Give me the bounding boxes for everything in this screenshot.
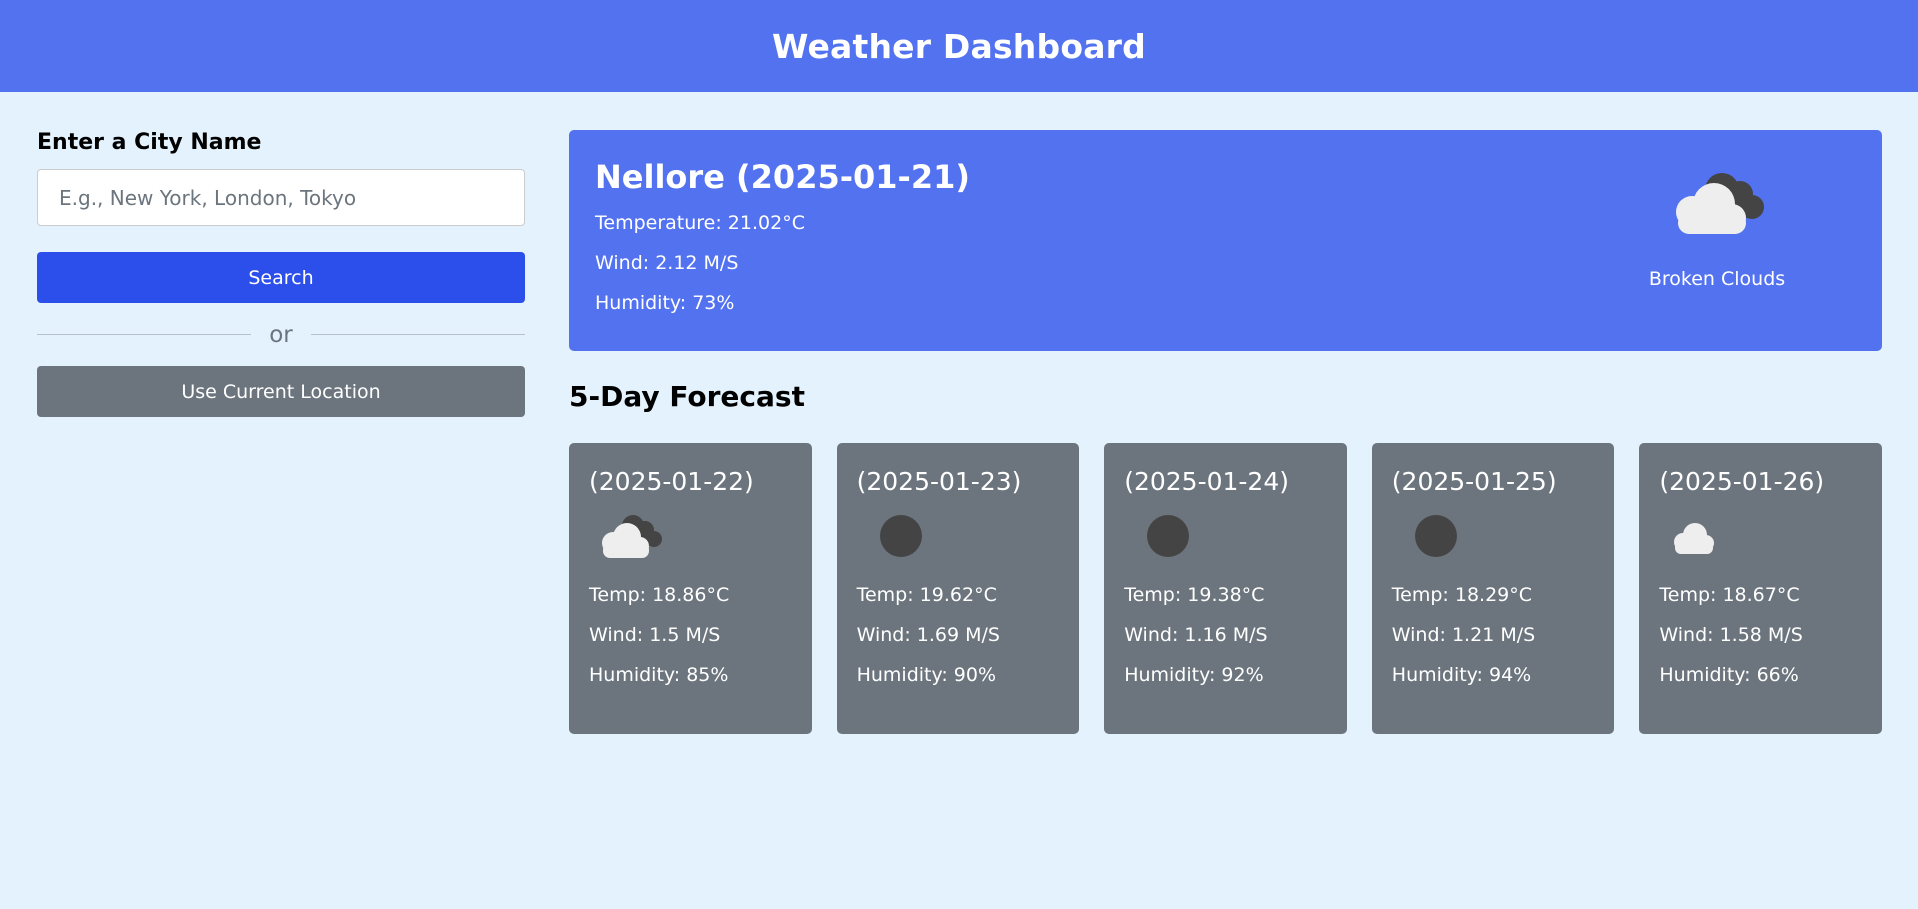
city-input-label: Enter a City Name [37,130,262,155]
city-search-input[interactable] [37,169,525,226]
use-current-location-button[interactable]: Use Current Location [37,366,525,417]
forecast-icon-wrap [1392,506,1595,570]
forecast-temp: Temp: 19.38°C [1124,584,1265,606]
forecast-wind: Wind: 1.21 M/S [1391,624,1536,646]
forecast-date: (2025-01-23) [856,467,1022,496]
forecast-wind: Wind: 1.16 M/S [1124,624,1268,646]
forecast-card-day-5: (2025-01-26) Temp: 18.67°C Wind: 1.58 M/… [1639,443,1882,734]
current-weather-icon-wrap: Broken Clouds [1645,168,1789,290]
broken-clouds-icon [1662,168,1772,244]
forecast-icon-wrap [589,506,792,570]
forecast-icon-wrap [1124,506,1327,570]
forecast-icon-wrap [857,506,1060,570]
forecast-temp: Temp: 18.29°C [1391,584,1533,606]
app-header: Weather Dashboard [0,0,1918,92]
dark-circle-icon [1124,511,1204,565]
or-separator: or [37,303,525,366]
cloud-icon [1659,511,1739,565]
forecast-card-day-4: (2025-01-25) Temp: 18.29°C Wind: 1.21 M/… [1371,443,1615,734]
forecast-temp: Temp: 19.62°C [856,584,997,606]
forecast-date: (2025-01-26) [1659,467,1825,496]
forecast-humidity: Humidity: 66% [1659,664,1799,686]
dark-circle-icon [1392,511,1472,565]
forecast-icon-wrap [1659,506,1862,570]
dark-circle-icon [857,511,937,565]
forecast-card-day-3: (2025-01-24) Temp: 19.38°C Wind: 1.16 M/… [1104,443,1347,734]
current-weather-card: Nellore (2025-01-21) Temperature: 21.02°… [569,130,1882,351]
forecast-date: (2025-01-25) [1391,467,1557,496]
forecast-date: (2025-01-24) [1124,467,1289,496]
forecast-humidity: Humidity: 90% [856,664,997,686]
forecast-card-day-2: (2025-01-23) Temp: 19.62°C Wind: 1.69 M/… [836,443,1080,734]
separator-text: or [269,321,293,348]
forecast-date: (2025-01-22) [589,467,754,496]
separator-line-left [37,334,252,335]
forecast-cards: (2025-01-22) Temp: 18.86°C Wind: 1.5 M/S… [569,443,1882,734]
forecast-wind: Wind: 1.58 M/S [1659,624,1803,646]
separator-line-right [310,334,525,335]
forecast-card-day-1: (2025-01-22) Temp: 18.86°C Wind: 1.5 M/S… [569,443,812,734]
forecast-temp: Temp: 18.86°C [589,584,730,606]
forecast-title: 5-Day Forecast [569,380,805,413]
forecast-temp: Temp: 18.67°C [1659,584,1800,606]
page-title: Weather Dashboard [772,26,1146,66]
current-weather-description: Broken Clouds [1648,268,1786,290]
forecast-wind: Wind: 1.69 M/S [856,624,1000,646]
forecast-humidity: Humidity: 85% [589,664,729,686]
forecast-wind: Wind: 1.5 M/S [589,624,721,646]
forecast-humidity: Humidity: 94% [1391,664,1532,686]
current-humidity: Humidity: 73% [595,292,735,314]
search-panel: Enter a City Name Search or Use Current … [37,130,525,417]
forecast-humidity: Humidity: 92% [1124,664,1264,686]
search-button[interactable]: Search [37,252,525,303]
broken-clouds-icon [589,511,669,565]
